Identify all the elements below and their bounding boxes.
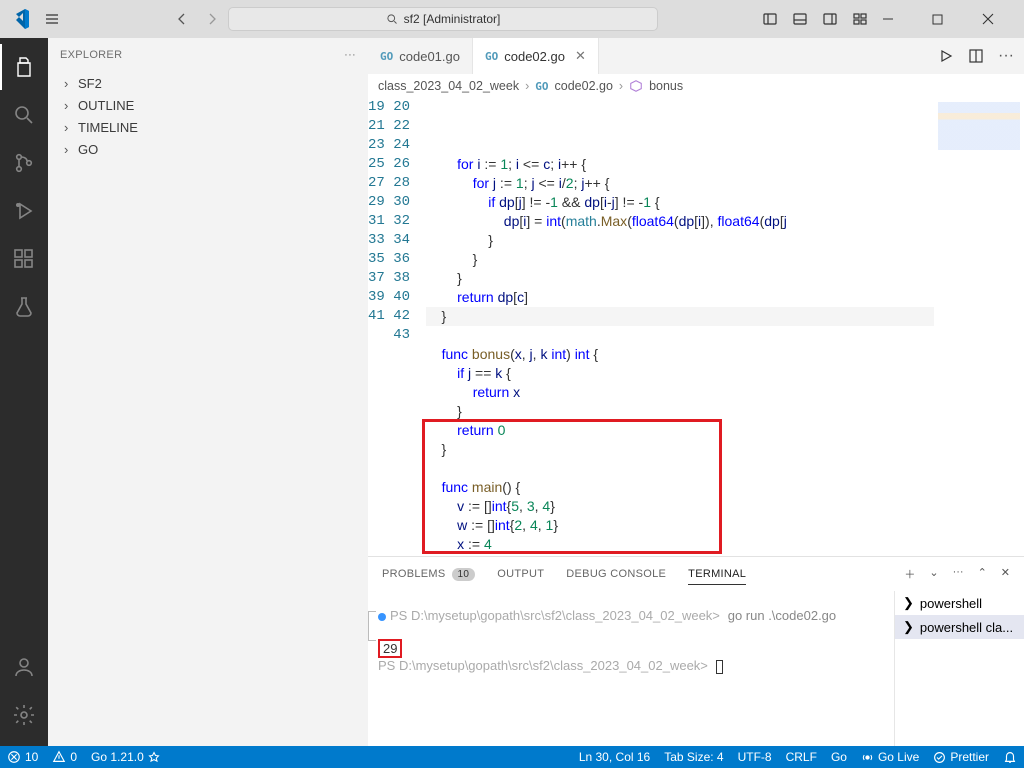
window-close-icon[interactable] (982, 13, 1018, 25)
panel-more-icon[interactable]: ··· (953, 566, 964, 582)
editor-area: GO code01.go GO code02.go ✕ ··· class_20… (368, 38, 1024, 746)
activity-bar (0, 38, 48, 746)
terminal-item-powershell-2[interactable]: ❯powershell cla... (895, 615, 1024, 639)
terminal-split-dropdown-icon[interactable]: ⌄ (929, 566, 938, 582)
layout-sidebar-left-icon[interactable] (762, 11, 778, 27)
layout-panel-icon[interactable] (792, 11, 808, 27)
activity-scm-icon[interactable] (0, 140, 48, 186)
status-notifications-icon[interactable] (996, 746, 1024, 768)
nav-back-icon[interactable] (174, 11, 190, 27)
tab-code01[interactable]: GO code01.go (368, 38, 473, 74)
activity-testing-icon[interactable] (0, 284, 48, 330)
terminal-list: ❯powershell ❯powershell cla... (894, 591, 1024, 746)
panel-tab-output[interactable]: OUTPUT (497, 568, 544, 580)
code-editor[interactable]: for i := 1; i <= c; i++ { for j := 1; j … (426, 98, 934, 556)
panel-close-icon[interactable]: ✕ (1001, 566, 1010, 582)
vscode-icon (6, 7, 34, 31)
status-lang[interactable]: Go (824, 746, 854, 768)
layout-customize-icon[interactable] (852, 11, 868, 27)
explorer-more-icon[interactable]: ··· (344, 49, 356, 61)
terminal-new-icon[interactable]: ＋ (904, 566, 915, 582)
activity-search-icon[interactable] (0, 92, 48, 138)
status-go-version[interactable]: Go 1.21.0 (84, 746, 167, 768)
explorer-title: EXPLORER (60, 49, 122, 61)
status-go-live[interactable]: Go Live (854, 746, 926, 768)
window-minimize-icon[interactable] (882, 13, 918, 25)
explorer-sidebar: EXPLORER ··· ›SF2 ›OUTLINE ›TIMELINE ›GO (48, 38, 368, 746)
sidebar-item-timeline[interactable]: ›TIMELINE (48, 116, 368, 138)
hamburger-menu-icon[interactable] (34, 11, 70, 27)
minimap[interactable] (934, 98, 1024, 556)
symbol-function-icon (629, 79, 643, 93)
terminal-output-highlight: 29 (378, 639, 402, 658)
activity-account-icon[interactable] (0, 644, 48, 690)
split-editor-icon[interactable] (968, 48, 984, 64)
nav-forward-icon[interactable] (204, 11, 220, 27)
panel-tab-problems[interactable]: PROBLEMS10 (382, 568, 475, 581)
terminal-icon: ❯ (903, 595, 914, 611)
status-encoding[interactable]: UTF-8 (731, 746, 779, 768)
search-text: sf2 [Administrator] (404, 12, 501, 26)
run-icon[interactable] (938, 48, 954, 64)
editor-more-icon[interactable]: ··· (998, 47, 1014, 65)
tab-close-icon[interactable]: ✕ (575, 48, 586, 64)
tab-code02[interactable]: GO code02.go ✕ (473, 38, 599, 74)
command-center-search[interactable]: sf2 [Administrator] (228, 7, 658, 31)
panel-maximize-icon[interactable]: ⌃ (978, 566, 987, 582)
sidebar-item-outline[interactable]: ›OUTLINE (48, 94, 368, 116)
terminal-icon: ❯ (903, 619, 914, 635)
activity-extensions-icon[interactable] (0, 236, 48, 282)
status-eol[interactable]: CRLF (779, 746, 824, 768)
go-file-icon: GO (485, 50, 498, 63)
titlebar: sf2 [Administrator] (0, 0, 1024, 38)
status-errors[interactable]: 10 (0, 746, 45, 768)
status-tabsize[interactable]: Tab Size: 4 (657, 746, 730, 768)
editor-tabs: GO code01.go GO code02.go ✕ ··· (368, 38, 1024, 74)
sidebar-item-go[interactable]: ›GO (48, 138, 368, 160)
line-gutter: 19 20 21 22 23 24 25 26 27 28 29 30 31 3… (368, 98, 426, 556)
sidebar-item-sf2[interactable]: ›SF2 (48, 72, 368, 94)
status-prettier[interactable]: Prettier (926, 746, 996, 768)
status-warnings[interactable]: 0 (45, 746, 84, 768)
go-file-icon: GO (535, 80, 548, 93)
terminal-content[interactable]: PS D:\mysetup\gopath\src\sf2\class_2023_… (368, 591, 894, 746)
bottom-panel: PROBLEMS10 OUTPUT DEBUG CONSOLE TERMINAL… (368, 556, 1024, 746)
status-cursor-pos[interactable]: Ln 30, Col 16 (572, 746, 657, 768)
terminal-item-powershell-1[interactable]: ❯powershell (895, 591, 1024, 615)
go-file-icon: GO (380, 50, 393, 63)
status-bar: 10 0 Go 1.21.0 Ln 30, Col 16 Tab Size: 4… (0, 746, 1024, 768)
panel-tab-terminal[interactable]: TERMINAL (688, 568, 746, 585)
breadcrumbs[interactable]: class_2023_04_02_week › GO code02.go › b… (368, 74, 1024, 98)
activity-debug-icon[interactable] (0, 188, 48, 234)
window-maximize-icon[interactable] (932, 14, 968, 25)
panel-tab-debug[interactable]: DEBUG CONSOLE (566, 568, 666, 580)
layout-sidebar-right-icon[interactable] (822, 11, 838, 27)
activity-explorer-icon[interactable] (0, 44, 48, 90)
activity-settings-icon[interactable] (0, 692, 48, 738)
